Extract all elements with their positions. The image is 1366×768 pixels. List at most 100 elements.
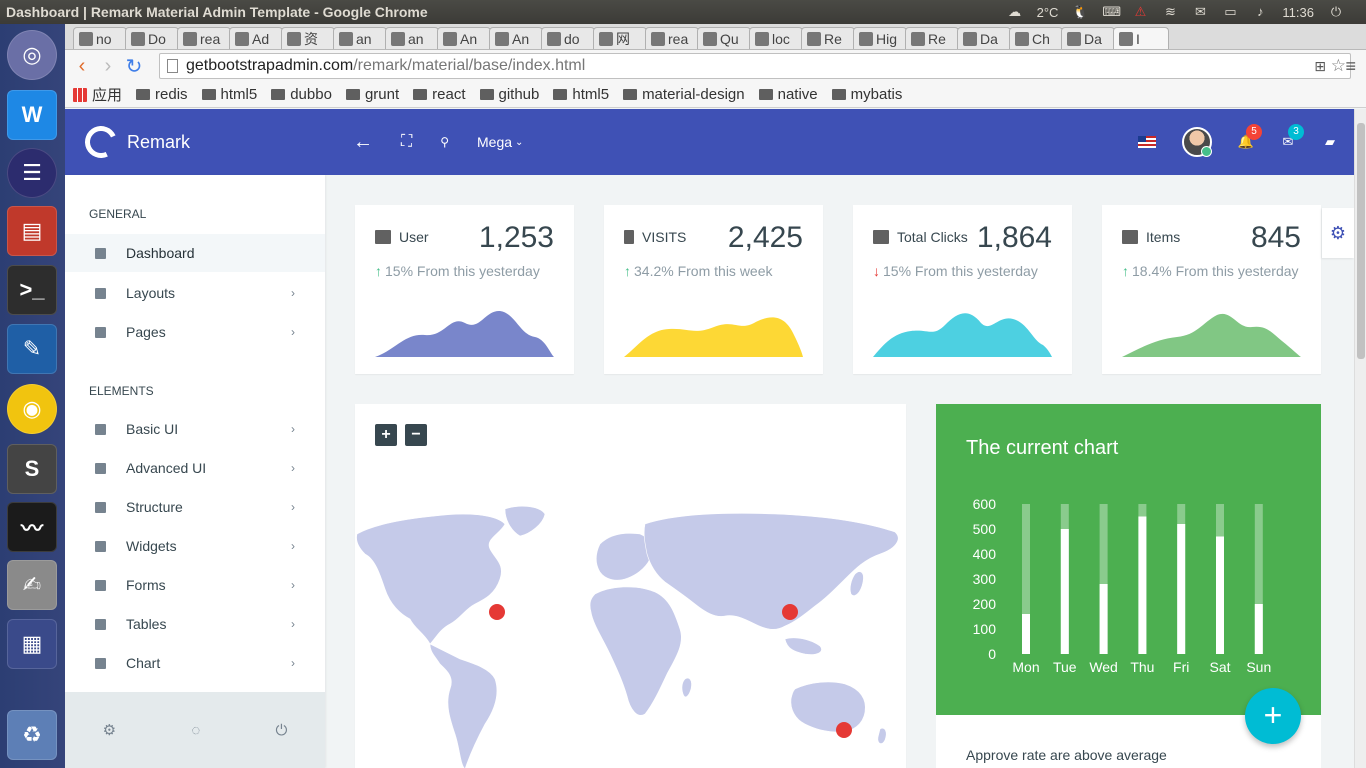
bar-fri[interactable] xyxy=(1177,524,1186,654)
sidebar-item-dashboard[interactable]: Dashboard xyxy=(65,234,325,272)
browser-tab[interactable]: rea xyxy=(645,27,699,49)
map-marker-usa[interactable] xyxy=(489,604,505,620)
browser-tab[interactable]: I xyxy=(1113,27,1169,49)
browser-tab[interactable]: do xyxy=(541,27,595,49)
sidebar-item-structure[interactable]: Structure › xyxy=(65,488,325,526)
avatar[interactable] xyxy=(1182,127,1212,157)
power-icon[interactable]: ⏻ xyxy=(1328,5,1344,19)
eye-slash-icon[interactable]: ◌ xyxy=(191,722,200,739)
browser-tab[interactable]: Re xyxy=(801,27,855,49)
battery-icon[interactable]: ▭ xyxy=(1222,5,1238,19)
browser-tab[interactable]: loc xyxy=(749,27,803,49)
bookmark-item[interactable]: redis xyxy=(136,86,188,103)
bookmark-item[interactable]: html5 xyxy=(553,86,609,103)
tux-icon[interactable]: 🐧 xyxy=(1072,5,1088,19)
browser-tab[interactable]: An xyxy=(437,27,491,49)
browser-tab[interactable]: rea xyxy=(177,27,231,49)
add-fab-button[interactable]: + xyxy=(1245,688,1301,744)
chrome-menu-icon[interactable]: ≡ xyxy=(1345,56,1356,77)
bar-thu[interactable] xyxy=(1138,516,1147,655)
eclipse-icon[interactable]: ☰ xyxy=(7,148,57,198)
ubuntu-dash-icon[interactable]: ◎ xyxy=(7,30,57,80)
sidebar-item-layouts[interactable]: Layouts › xyxy=(65,274,325,312)
volume-icon[interactable]: ♪ xyxy=(1252,5,1268,19)
chat-button[interactable]: ▰ xyxy=(1322,134,1338,150)
zoom-out-button[interactable]: − xyxy=(405,424,427,446)
bookmark-item[interactable]: native xyxy=(758,86,818,103)
star-icon[interactable]: ☆ xyxy=(1331,56,1346,76)
back-button[interactable]: ‹ xyxy=(69,53,95,79)
browser-tab[interactable]: an xyxy=(385,27,439,49)
bar-wed[interactable] xyxy=(1099,584,1108,654)
translate-icon[interactable]: ⊞ xyxy=(1314,58,1326,75)
workspace-switcher-icon[interactable]: ▦ xyxy=(7,619,57,669)
bar-sun[interactable] xyxy=(1254,604,1263,654)
browser-tab[interactable]: Do xyxy=(125,27,179,49)
bookmark-item[interactable]: 应用 xyxy=(73,84,122,105)
bookmark-item[interactable]: grunt xyxy=(345,86,399,103)
browser-tab[interactable]: An xyxy=(489,27,543,49)
world-map[interactable] xyxy=(355,504,906,768)
weather-icon[interactable]: ☁ xyxy=(1007,5,1023,19)
browser-tab[interactable]: Re xyxy=(905,27,959,49)
browser-tab[interactable]: Ch xyxy=(1009,27,1063,49)
keyboard-icon[interactable]: ⌨ xyxy=(1102,5,1121,19)
browser-tab[interactable]: 资 xyxy=(281,27,335,49)
browser-tab[interactable]: Da xyxy=(1061,27,1115,49)
map-marker-china[interactable] xyxy=(782,604,798,620)
forward-button[interactable]: › xyxy=(95,53,121,79)
messages-button[interactable]: ✉ 3 xyxy=(1280,124,1304,150)
text-editor-icon[interactable]: ✍ xyxy=(7,560,57,610)
bar-mon[interactable] xyxy=(1022,614,1030,654)
browser-tab[interactable]: Da xyxy=(957,27,1011,49)
settings-gear-icon[interactable]: ⚙ xyxy=(1322,208,1354,258)
system-monitor-icon[interactable]: 〰 xyxy=(7,502,57,552)
scrollbar-thumb[interactable] xyxy=(1357,123,1365,359)
sublime-icon[interactable]: S xyxy=(7,444,57,494)
terminal-icon[interactable]: >_ xyxy=(7,265,57,315)
bar-tue[interactable] xyxy=(1060,529,1069,654)
sidebar-item-forms[interactable]: Forms › xyxy=(65,566,325,604)
us-flag-icon[interactable] xyxy=(1138,136,1156,148)
reload-button[interactable]: ↻ xyxy=(121,53,147,79)
address-bar[interactable]: getbootstrapadmin.com/remark/material/ba… xyxy=(159,53,1351,79)
browser-tab[interactable]: an xyxy=(333,27,387,49)
files-icon[interactable]: ▤ xyxy=(7,206,57,256)
bookmark-item[interactable]: html5 xyxy=(201,86,257,103)
browser-tab[interactable]: 网 xyxy=(593,27,647,49)
bookmark-item[interactable]: material-design xyxy=(623,86,745,103)
bookmark-item[interactable]: dubbo xyxy=(271,86,332,103)
bookmark-item[interactable]: react xyxy=(413,86,466,103)
browser-tab[interactable]: Qu xyxy=(697,27,751,49)
fullscreen-icon[interactable]: ⛶ xyxy=(401,133,412,151)
editor-icon[interactable]: ✎ xyxy=(7,324,57,374)
writer-icon[interactable]: W xyxy=(7,90,57,140)
mega-menu-toggle[interactable]: Mega ⌄ xyxy=(477,134,523,150)
sidebar-item-chart[interactable]: Chart › xyxy=(65,644,325,682)
warning-icon[interactable]: ⚠ xyxy=(1132,5,1148,19)
sidebar-item-advanced-ui[interactable]: Advanced UI › xyxy=(65,449,325,487)
notifications-button[interactable]: 🔔 5 xyxy=(1238,124,1262,150)
search-icon[interactable]: ⚲ xyxy=(440,135,449,149)
chrome-icon[interactable]: ◉ xyxy=(7,384,57,434)
mail-icon[interactable]: ✉ xyxy=(1192,5,1208,19)
brand[interactable]: Remark xyxy=(65,121,325,163)
map-marker-australia[interactable] xyxy=(836,722,852,738)
browser-tab[interactable]: Hig xyxy=(853,27,907,49)
trash-icon[interactable]: ♻ xyxy=(7,710,57,760)
wifi-icon[interactable]: ≋ xyxy=(1162,5,1178,19)
sidebar-item-tables[interactable]: Tables › xyxy=(65,605,325,643)
browser-tab[interactable]: Ad xyxy=(229,27,283,49)
sidebar-item-widgets[interactable]: Widgets › xyxy=(65,527,325,565)
bookmark-item[interactable]: github xyxy=(479,86,539,103)
bar-sat[interactable] xyxy=(1216,536,1224,655)
power-icon[interactable]: ⏻ xyxy=(276,722,288,739)
zoom-in-button[interactable]: + xyxy=(375,424,397,446)
toggle-menu-arrow-icon[interactable]: ← xyxy=(353,131,373,154)
settings-gear-icon[interactable]: ⚙ xyxy=(103,721,116,739)
browser-tab[interactable]: no xyxy=(73,27,127,49)
page-scrollbar[interactable] xyxy=(1354,109,1366,768)
sidebar-item-basic-ui[interactable]: Basic UI › xyxy=(65,410,325,448)
sidebar-item-pages[interactable]: Pages › xyxy=(65,313,325,351)
bookmark-item[interactable]: mybatis xyxy=(831,86,902,103)
